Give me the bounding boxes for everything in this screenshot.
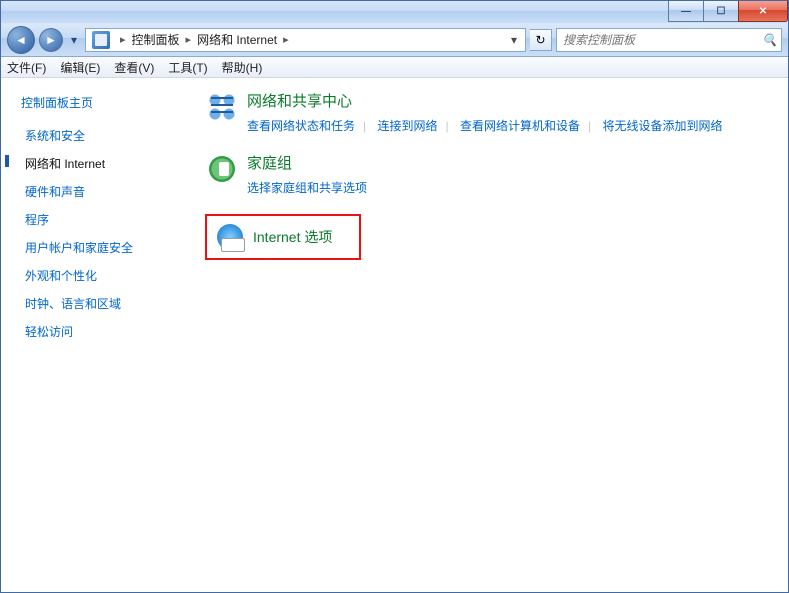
homegroup-icon (205, 152, 239, 186)
navigation-bar: ◄ ► ▾ ▸ 控制面板 ▸ 网络和 Internet ▸ ▾ ↻ 🔍 (1, 23, 788, 57)
minimize-button[interactable]: — (668, 1, 704, 22)
category-title[interactable]: 网络和共享中心 (247, 90, 776, 111)
titlebar: — ☐ ✕ (1, 1, 788, 23)
category-links: 选择家庭组和共享选项 (247, 177, 776, 200)
category-homegroup: 家庭组 选择家庭组和共享选项 (205, 152, 776, 200)
menu-tools[interactable]: 工具(T) (168, 59, 207, 76)
link-homegroup-options[interactable]: 选择家庭组和共享选项 (247, 181, 367, 195)
sidebar-item-clock-language[interactable]: 时钟、语言和区域 (21, 293, 201, 314)
category-title[interactable]: Internet 选项 (253, 227, 332, 247)
checkmark-icon: ✓ (223, 241, 232, 254)
back-button[interactable]: ◄ (7, 26, 35, 54)
refresh-button[interactable]: ↻ (530, 29, 552, 51)
search-input[interactable] (561, 32, 758, 48)
category-network-sharing: 网络和共享中心 查看网络状态和任务| 连接到网络| 查看网络计算机和设备| 将无… (205, 90, 776, 138)
control-panel-window: — ☐ ✕ ◄ ► ▾ ▸ 控制面板 ▸ 网络和 Internet ▸ ▾ ↻ … (0, 0, 789, 593)
address-bar[interactable]: ▸ 控制面板 ▸ 网络和 Internet ▸ ▾ (85, 28, 526, 52)
arrow-right-icon: ► (45, 33, 57, 47)
maximize-icon: ☐ (717, 6, 726, 17)
sidebar: 控制面板主页 系统和安全 网络和 Internet 硬件和声音 程序 用户帐户和… (1, 78, 201, 592)
sidebar-item-ease-of-access[interactable]: 轻松访问 (21, 321, 201, 342)
forward-button[interactable]: ► (39, 28, 63, 52)
link-connect-network[interactable]: 连接到网络 (377, 119, 437, 133)
sidebar-item-appearance[interactable]: 外观和个性化 (21, 265, 201, 286)
menu-view[interactable]: 查看(V) (114, 59, 154, 76)
category-internet-options[interactable]: ✓ Internet 选项 (205, 214, 361, 260)
sidebar-item-hardware-sound[interactable]: 硬件和声音 (21, 181, 201, 202)
menu-help[interactable]: 帮助(H) (222, 59, 263, 76)
breadcrumb-item[interactable]: 控制面板 (132, 31, 180, 48)
category-title[interactable]: 家庭组 (247, 152, 776, 173)
breadcrumb-sep: ▸ (186, 33, 192, 46)
sidebar-item-programs[interactable]: 程序 (21, 209, 201, 230)
link-view-status[interactable]: 查看网络状态和任务 (247, 119, 355, 133)
sidebar-item-system-security[interactable]: 系统和安全 (21, 125, 201, 146)
sidebar-home[interactable]: 控制面板主页 (21, 94, 201, 111)
body: 控制面板主页 系统和安全 网络和 Internet 硬件和声音 程序 用户帐户和… (1, 78, 788, 592)
control-panel-icon (92, 31, 110, 49)
chevron-down-icon: ▾ (71, 33, 77, 47)
minimize-icon: — (681, 6, 691, 17)
sidebar-item-user-accounts[interactable]: 用户帐户和家庭安全 (21, 237, 201, 258)
content-area: 网络和共享中心 查看网络状态和任务| 连接到网络| 查看网络计算机和设备| 将无… (201, 78, 788, 592)
network-sharing-icon (205, 90, 239, 124)
link-view-devices[interactable]: 查看网络计算机和设备 (460, 119, 580, 133)
menu-edit[interactable]: 编辑(E) (60, 59, 100, 76)
menu-file[interactable]: 文件(F) (7, 59, 46, 76)
link-add-wireless[interactable]: 将无线设备添加到网络 (602, 119, 722, 133)
menu-bar: 文件(F) 编辑(E) 查看(V) 工具(T) 帮助(H) (1, 57, 788, 78)
breadcrumb-item[interactable]: 网络和 Internet (197, 31, 277, 48)
search-box[interactable]: 🔍 (556, 28, 782, 52)
refresh-icon: ↻ (535, 33, 545, 47)
close-icon: ✕ (759, 6, 767, 17)
maximize-button[interactable]: ☐ (703, 1, 739, 22)
history-dropdown[interactable]: ▾ (67, 26, 81, 54)
arrow-left-icon: ◄ (15, 33, 27, 47)
breadcrumb-sep: ▸ (283, 33, 289, 46)
internet-options-icon: ✓ (215, 222, 245, 252)
breadcrumb-sep: ▸ (120, 33, 126, 46)
search-icon: 🔍 (762, 33, 777, 47)
category-links: 查看网络状态和任务| 连接到网络| 查看网络计算机和设备| 将无线设备添加到网络 (247, 115, 776, 138)
address-dropdown[interactable]: ▾ (505, 29, 523, 51)
close-button[interactable]: ✕ (738, 1, 788, 22)
sidebar-item-network-internet[interactable]: 网络和 Internet (21, 153, 201, 174)
